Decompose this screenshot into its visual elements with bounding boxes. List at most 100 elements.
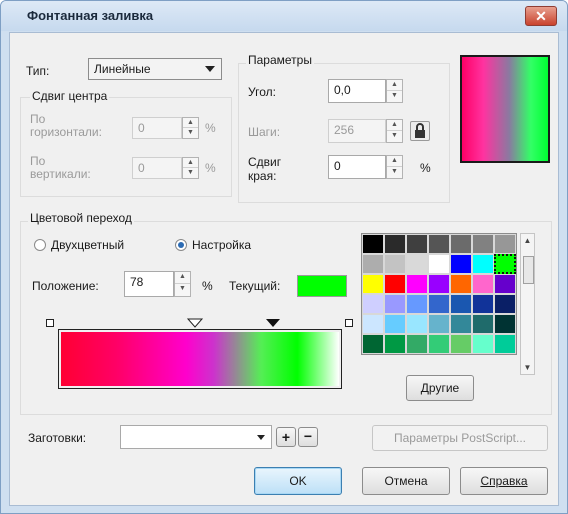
palette-scrollbar[interactable]: ▲ ▼ xyxy=(520,233,535,375)
center-offset-title: Сдвиг центра xyxy=(30,89,110,103)
palette-swatch[interactable] xyxy=(362,274,384,294)
center-offset-group xyxy=(20,97,232,197)
vertical-label: По вертикали: xyxy=(30,154,91,181)
palette-swatch[interactable] xyxy=(428,294,450,314)
midpoint-marker[interactable] xyxy=(187,318,203,328)
presets-dropdown[interactable] xyxy=(120,425,272,449)
postscript-options-button[interactable]: Параметры PostScript... xyxy=(372,425,548,451)
vertical-unit: % xyxy=(205,161,216,175)
vertical-offset-input[interactable]: 0 xyxy=(132,157,182,179)
palette-swatch[interactable] xyxy=(428,314,450,334)
palette-swatch[interactable] xyxy=(406,254,428,274)
plus-icon: + xyxy=(281,429,291,445)
horizontal-offset-input[interactable]: 0 xyxy=(132,117,182,139)
end-node-marker[interactable] xyxy=(345,319,353,327)
down-arrow-icon: ▼ xyxy=(187,129,194,136)
angle-spinner[interactable]: ▲ ▼ xyxy=(386,79,403,103)
palette-swatch[interactable] xyxy=(384,314,406,334)
palette-swatch[interactable] xyxy=(472,314,494,334)
down-arrow-icon: ▼ xyxy=(391,168,398,175)
color-palette[interactable] xyxy=(361,233,517,355)
ok-button[interactable]: OK xyxy=(254,467,342,495)
chevron-down-icon xyxy=(257,435,265,440)
palette-swatch[interactable] xyxy=(384,274,406,294)
scroll-up-icon[interactable]: ▲ xyxy=(521,236,534,245)
palette-swatch[interactable] xyxy=(384,234,406,254)
palette-swatch[interactable] xyxy=(406,274,428,294)
palette-swatch[interactable] xyxy=(362,314,384,334)
down-arrow-icon: ▼ xyxy=(187,169,194,176)
lock-button[interactable] xyxy=(410,121,430,141)
palette-swatch[interactable] xyxy=(494,254,516,274)
palette-swatch[interactable] xyxy=(472,274,494,294)
custom-radio[interactable] xyxy=(175,239,187,251)
palette-swatch[interactable] xyxy=(450,234,472,254)
palette-swatch[interactable] xyxy=(472,334,494,354)
two-color-radio[interactable] xyxy=(34,239,46,251)
lock-icon xyxy=(415,123,425,138)
palette-swatch[interactable] xyxy=(362,294,384,314)
palette-swatch[interactable] xyxy=(494,314,516,334)
palette-swatch[interactable] xyxy=(406,234,428,254)
dialog-window: Фонтанная заливка ✕ Тип: Линейные Сдвиг … xyxy=(0,0,568,514)
fill-preview xyxy=(460,55,550,163)
palette-swatch[interactable] xyxy=(450,254,472,274)
horizontal-offset-spinner[interactable]: ▲ ▼ xyxy=(182,117,199,139)
edge-pad-input[interactable]: 0 xyxy=(328,155,386,179)
two-color-label: Двухцветный xyxy=(51,238,125,252)
palette-swatch[interactable] xyxy=(362,334,384,354)
position-label: Положение: xyxy=(32,279,99,293)
palette-swatch[interactable] xyxy=(362,234,384,254)
palette-swatch[interactable] xyxy=(450,294,472,314)
palette-swatch[interactable] xyxy=(450,334,472,354)
palette-swatch[interactable] xyxy=(406,334,428,354)
type-dropdown[interactable]: Линейные xyxy=(88,58,222,80)
up-arrow-icon: ▲ xyxy=(183,158,198,168)
palette-swatch[interactable] xyxy=(472,294,494,314)
current-color-swatch[interactable] xyxy=(297,275,347,297)
palette-swatch[interactable] xyxy=(494,234,516,254)
remove-preset-button[interactable]: − xyxy=(298,427,318,447)
palette-swatch[interactable] xyxy=(428,274,450,294)
help-button[interactable]: Справка xyxy=(460,467,548,495)
palette-swatch[interactable] xyxy=(494,274,516,294)
cancel-button[interactable]: Отмена xyxy=(362,467,450,495)
position-input[interactable]: 78 xyxy=(124,271,174,297)
close-button[interactable]: ✕ xyxy=(525,6,557,26)
palette-swatch[interactable] xyxy=(472,234,494,254)
title-bar: Фонтанная заливка ✕ xyxy=(1,1,567,31)
up-arrow-icon: ▲ xyxy=(387,80,402,91)
steps-spinner[interactable]: ▲ ▼ xyxy=(386,119,403,143)
palette-swatch[interactable] xyxy=(450,314,472,334)
up-arrow-icon: ▲ xyxy=(387,156,402,167)
palette-swatch[interactable] xyxy=(406,314,428,334)
add-preset-button[interactable]: + xyxy=(276,427,296,447)
palette-swatch[interactable] xyxy=(428,234,450,254)
position-spinner[interactable]: ▲ ▼ xyxy=(174,271,191,297)
palette-swatch[interactable] xyxy=(450,274,472,294)
palette-swatch[interactable] xyxy=(384,254,406,274)
steps-input[interactable]: 256 xyxy=(328,119,386,143)
down-arrow-icon: ▼ xyxy=(391,92,398,99)
position-marker[interactable] xyxy=(265,318,281,328)
palette-swatch[interactable] xyxy=(362,254,384,274)
edge-pad-spinner[interactable]: ▲ ▼ xyxy=(386,155,403,179)
start-node-marker[interactable] xyxy=(46,319,54,327)
custom-label: Настройка xyxy=(192,238,252,252)
palette-swatch[interactable] xyxy=(406,294,428,314)
palette-swatch[interactable] xyxy=(494,294,516,314)
gradient-bar-frame[interactable] xyxy=(58,329,342,389)
scroll-thumb[interactable] xyxy=(523,256,534,284)
scroll-down-icon[interactable]: ▼ xyxy=(521,363,534,372)
angle-input[interactable]: 0,0 xyxy=(328,79,386,103)
palette-swatch[interactable] xyxy=(384,294,406,314)
palette-swatch[interactable] xyxy=(384,334,406,354)
dialog-body: Тип: Линейные Сдвиг центра По горизонтали… xyxy=(9,32,559,506)
palette-swatch[interactable] xyxy=(494,334,516,354)
vertical-offset-spinner[interactable]: ▲ ▼ xyxy=(182,157,199,179)
palette-swatch[interactable] xyxy=(428,254,450,274)
horizontal-label: По горизонтали: xyxy=(30,112,102,139)
palette-swatch[interactable] xyxy=(472,254,494,274)
others-button[interactable]: Другие xyxy=(406,375,474,401)
palette-swatch[interactable] xyxy=(428,334,450,354)
